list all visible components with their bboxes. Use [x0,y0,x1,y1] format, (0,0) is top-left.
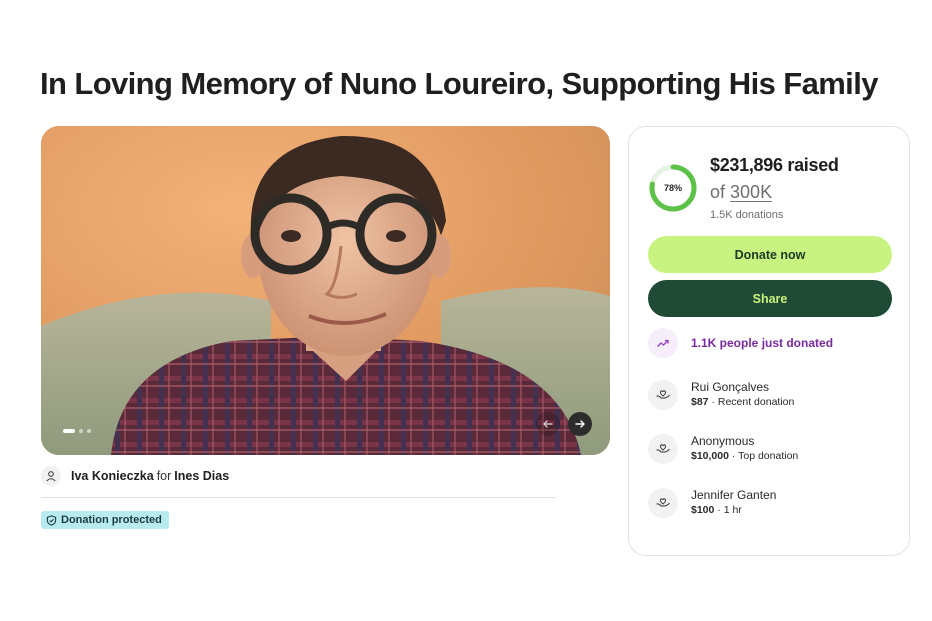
donor-note: Recent donation [717,396,795,408]
donor-info: Jennifer Ganten $100 · 1 hr [691,488,776,518]
donor-item[interactable]: Anonymous $10,000 · Top donation [648,434,798,464]
donor-meta: $100 · 1 hr [691,504,742,516]
trend-row[interactable]: 1.1K people just donated [648,328,833,358]
arrow-right-icon [575,420,585,428]
trend-text: 1.1K people just donated [691,336,834,350]
donor-item[interactable]: Jennifer Ganten $100 · 1 hr [648,488,776,518]
donor-info: Anonymous $10,000 · Top donation [691,434,798,464]
donor-note: Top donation [738,450,799,462]
heart-hands-icon [648,488,678,518]
trend-up-icon [648,328,678,358]
beneficiary-name[interactable]: Ines Dias [174,469,229,483]
donor-amount: $100 [691,504,715,516]
slide-dot[interactable] [87,429,91,433]
donor-note: 1 hr [723,504,742,516]
organizer-for: for [156,469,172,483]
donor-info: Rui Gonçalves $87 · Recent donation [691,380,794,410]
page-title: In Loving Memory of Nuno Loureiro, Suppo… [40,66,878,101]
share-button[interactable]: Share [648,280,892,317]
organizer-line: Iva Konieczka for Ines Dias [41,466,229,486]
donor-name: Anonymous [691,434,755,448]
donor-amount: $10,000 [691,450,729,462]
heart-hands-icon [648,380,678,410]
donate-now-button[interactable]: Donate now [648,236,892,273]
slide-dot[interactable] [79,429,83,433]
goal-amount[interactable]: 300K [730,182,772,202]
slide-indicator[interactable] [63,429,91,433]
organizer-name[interactable]: Iva Konieczka [71,469,154,483]
donor-meta: $87 · Recent donation [691,396,795,408]
previous-photo-button[interactable] [536,412,560,436]
person-icon [41,466,61,486]
donor-name: Jennifer Ganten [691,488,777,502]
goal-line: of 300K [710,182,772,203]
donor-amount: $87 [691,396,709,408]
amount-raised: $231,896 raised [710,155,839,175]
donation-card: 78% $231,896 raised of 300K 1.5K donatio… [628,126,910,556]
arrow-left-icon [543,420,553,428]
progress-ring: 78% [648,163,698,213]
donor-item[interactable]: Rui Gonçalves $87 · Recent donation [648,380,794,410]
next-photo-button[interactable] [568,412,592,436]
photo-illustration [41,126,610,455]
donation-count: 1.5K donations [710,209,784,221]
slide-dot-active[interactable] [63,429,75,433]
divider [41,497,556,498]
badge-label: Donation protected [61,514,162,526]
goal-of: of [710,182,726,202]
progress-percent: 78% [663,183,682,193]
heart-hands-icon [648,434,678,464]
donation-protected-badge[interactable]: Donation protected [41,511,169,529]
donor-meta: $10,000 · Top donation [691,450,799,462]
donor-name: Rui Gonçalves [691,380,770,394]
campaign-photo[interactable] [41,126,610,455]
shield-icon [46,514,57,526]
